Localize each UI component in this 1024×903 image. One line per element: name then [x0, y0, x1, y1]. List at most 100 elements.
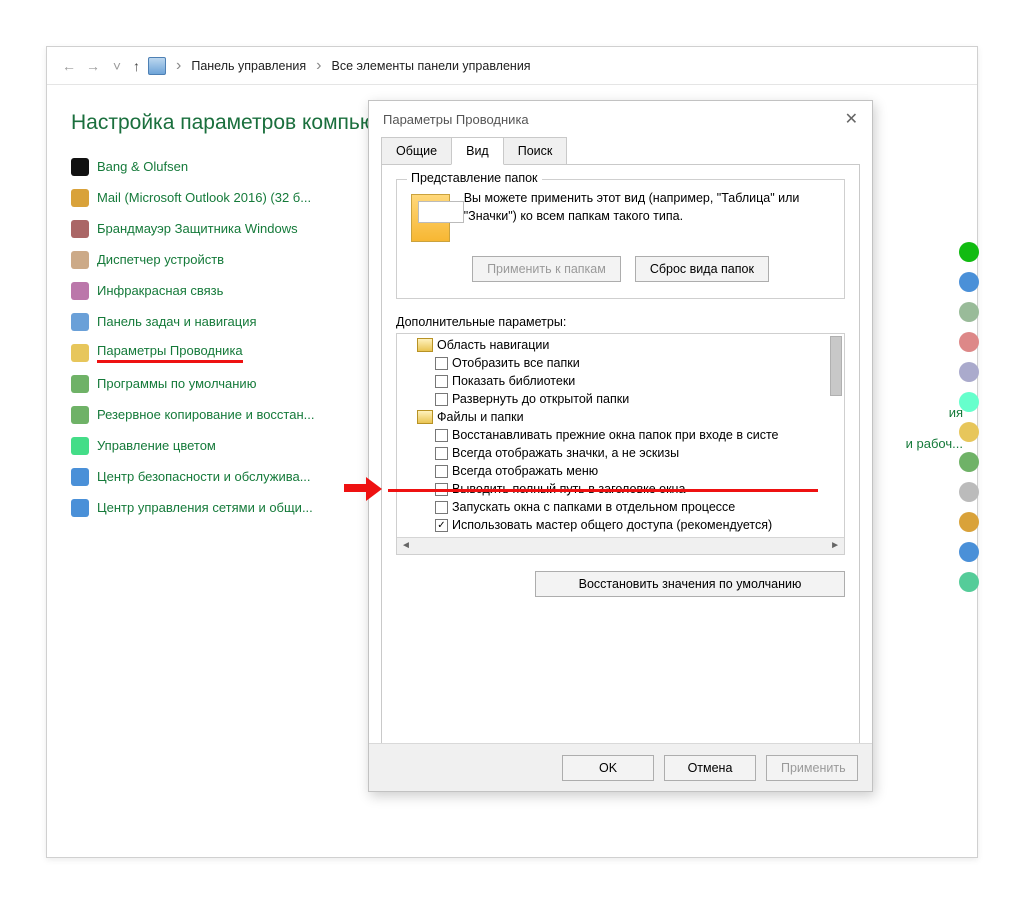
tree-check-share-wizard[interactable]: ✓ Использовать мастер общего доступа (рек…	[397, 516, 844, 534]
folder-icon	[411, 194, 450, 242]
cp-item-label: Инфракрасная связь	[97, 283, 223, 298]
breadcrumb-root[interactable]: Панель управления	[191, 59, 306, 73]
cp-item-firewall[interactable]: Брандмауэр Защитника Windows	[71, 213, 371, 244]
cp-item-label: Программы по умолчанию	[97, 376, 256, 391]
checkbox-icon[interactable]: ✓	[435, 519, 448, 532]
checkbox-icon[interactable]	[435, 447, 448, 460]
tree-check-separate-proc[interactable]: Запускать окна с папками в отдельном про…	[397, 498, 844, 516]
cp-item-label: Управление цветом	[97, 438, 216, 453]
breadcrumb-child[interactable]: Все элементы панели управления	[332, 59, 531, 73]
side-icon[interactable]	[959, 512, 979, 532]
breadcrumb-sep-icon: ›	[176, 57, 181, 75]
folder-tree-icon	[417, 410, 433, 424]
folder-rep-text: Вы можете применить этот вид (например, …	[464, 190, 830, 242]
vertical-scrollbar[interactable]	[830, 336, 842, 396]
right-fragment[interactable]: ия	[906, 397, 963, 428]
side-icon[interactable]	[959, 482, 979, 502]
cp-item-label: Mail (Microsoft Outlook 2016) (32 б...	[97, 190, 311, 205]
side-icon[interactable]	[959, 242, 979, 262]
dialog-title: Параметры Проводника	[383, 112, 529, 127]
back-arrow-icon[interactable]: ←	[61, 58, 77, 74]
cp-item-color[interactable]: Управление цветом	[71, 430, 371, 461]
tree-label: Файлы и папки	[437, 408, 524, 426]
cp-item-label: Параметры Проводника	[97, 343, 243, 363]
cp-item-backup[interactable]: Резервное копирование и восстан...	[71, 399, 371, 430]
advanced-settings-tree[interactable]: Область навигации Отобразить все папки П…	[396, 333, 845, 555]
tab-view-page: Представление папок Вы можете применить …	[381, 164, 860, 752]
breadcrumb-sep-icon: ›	[316, 57, 321, 75]
advanced-label: Дополнительные параметры:	[396, 315, 845, 329]
cp-item-infrared[interactable]: Инфракрасная связь	[71, 275, 371, 306]
scroll-right-icon[interactable]: ►	[830, 537, 840, 555]
checkbox-icon[interactable]	[435, 501, 448, 514]
tree-check-show-libs[interactable]: Показать библиотеки	[397, 372, 844, 390]
folder-tree-icon	[417, 338, 433, 352]
cp-item-label: Центр управления сетями и общи...	[97, 500, 313, 515]
folder-view-group: Представление папок Вы можете применить …	[396, 179, 845, 299]
tab-view[interactable]: Вид	[451, 137, 504, 165]
forward-arrow-icon[interactable]: →	[85, 58, 101, 74]
cp-item-label: Резервное копирование и восстан...	[97, 407, 315, 422]
side-icon[interactable]	[959, 452, 979, 472]
tree-label: Развернуть до открытой папки	[452, 390, 629, 408]
side-icon-strip	[959, 242, 979, 592]
side-icon[interactable]	[959, 332, 979, 352]
apply-to-folders-button[interactable]: Применить к папкам	[472, 256, 621, 282]
recent-dropdown-icon[interactable]: ˅	[109, 58, 125, 74]
checkbox-icon[interactable]	[435, 465, 448, 478]
checkbox-icon[interactable]	[435, 393, 448, 406]
cp-item-taskbar[interactable]: Панель задач и навигация	[71, 306, 371, 337]
side-icon[interactable]	[959, 542, 979, 562]
tree-label: Запускать окна с папками в отдельном про…	[452, 498, 735, 516]
side-icon[interactable]	[959, 362, 979, 382]
checkbox-icon[interactable]	[435, 375, 448, 388]
tree-label: Всегда отображать значки, а не эскизы	[452, 444, 679, 462]
cp-item-default-programs[interactable]: Программы по умолчанию	[71, 368, 371, 399]
tree-check-always-menu[interactable]: Всегда отображать меню	[397, 462, 844, 480]
tree-node-files-folders[interactable]: Файлы и папки	[397, 408, 844, 426]
side-icon[interactable]	[959, 392, 979, 412]
side-icon[interactable]	[959, 572, 979, 592]
tree-label: Область навигации	[437, 336, 549, 354]
tree-label: Показать библиотеки	[452, 372, 575, 390]
cp-item-bang-olufsen[interactable]: Bang & Olufsen	[71, 151, 371, 182]
close-icon[interactable]: ✕	[845, 109, 858, 129]
control-panel-icon	[148, 57, 166, 75]
side-icon[interactable]	[959, 272, 979, 292]
group-legend: Представление папок	[407, 171, 542, 185]
cp-item-security-center[interactable]: Центр безопасности и обслужива...	[71, 461, 371, 492]
right-fragment[interactable]: и рабоч...	[906, 428, 963, 459]
cp-item-label: Брандмауэр Защитника Windows	[97, 221, 298, 236]
ok-button[interactable]: OK	[562, 755, 654, 781]
cp-item-label: Bang & Olufsen	[97, 159, 188, 174]
reset-folders-button[interactable]: Сброс вида папок	[635, 256, 769, 282]
tree-node-nav-area[interactable]: Область навигации	[397, 336, 844, 354]
dialog-footer: OK Отмена Применить	[369, 743, 872, 791]
checkbox-icon[interactable]	[435, 357, 448, 370]
dialog-tabs: Общие Вид Поиск	[369, 137, 872, 165]
tree-check-always-icons[interactable]: Всегда отображать значки, а не эскизы	[397, 444, 844, 462]
tab-general[interactable]: Общие	[381, 137, 452, 165]
tree-label: Всегда отображать меню	[452, 462, 598, 480]
side-icon[interactable]	[959, 302, 979, 322]
tab-search[interactable]: Поиск	[503, 137, 568, 165]
tree-label: Использовать мастер общего доступа (реко…	[452, 516, 772, 534]
restore-defaults-button[interactable]: Восстановить значения по умолчанию	[535, 571, 845, 597]
horizontal-scrollbar[interactable]: ◄►	[397, 537, 844, 554]
apply-button[interactable]: Применить	[766, 755, 858, 781]
cp-item-explorer-options[interactable]: Параметры Проводника	[71, 337, 371, 368]
cp-item-mail[interactable]: Mail (Microsoft Outlook 2016) (32 б...	[71, 182, 371, 213]
scroll-left-icon[interactable]: ◄	[401, 537, 411, 555]
up-arrow-icon[interactable]: ↑	[133, 58, 140, 74]
cp-item-device-manager[interactable]: Диспетчер устройств	[71, 244, 371, 275]
cp-item-network-center[interactable]: Центр управления сетями и общи...	[71, 492, 371, 523]
explorer-options-dialog: Параметры Проводника ✕ Общие Вид Поиск П…	[368, 100, 873, 792]
tree-check-expand-open[interactable]: Развернуть до открытой папки	[397, 390, 844, 408]
checkbox-icon[interactable]	[435, 429, 448, 442]
cp-item-label: Центр безопасности и обслужива...	[97, 469, 311, 484]
control-panel-list: Bang & Olufsen Mail (Microsoft Outlook 2…	[71, 151, 371, 523]
side-icon[interactable]	[959, 422, 979, 442]
tree-check-restore-prev[interactable]: Восстанавливать прежние окна папок при в…	[397, 426, 844, 444]
tree-check-show-all[interactable]: Отобразить все папки	[397, 354, 844, 372]
cancel-button[interactable]: Отмена	[664, 755, 756, 781]
